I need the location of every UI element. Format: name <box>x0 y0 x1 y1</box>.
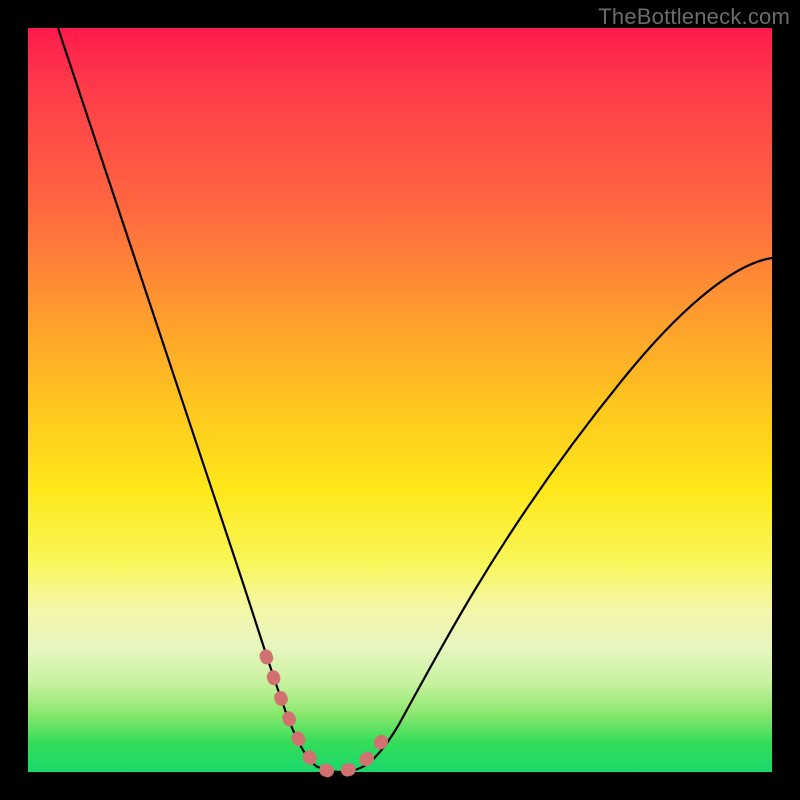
curve-layer <box>28 28 772 772</box>
watermark-label: TheBottleneck.com <box>598 4 790 30</box>
plot-area <box>28 28 772 772</box>
bottleneck-curve <box>58 28 772 772</box>
highlight-segment <box>266 656 384 771</box>
chart-frame: TheBottleneck.com <box>0 0 800 800</box>
